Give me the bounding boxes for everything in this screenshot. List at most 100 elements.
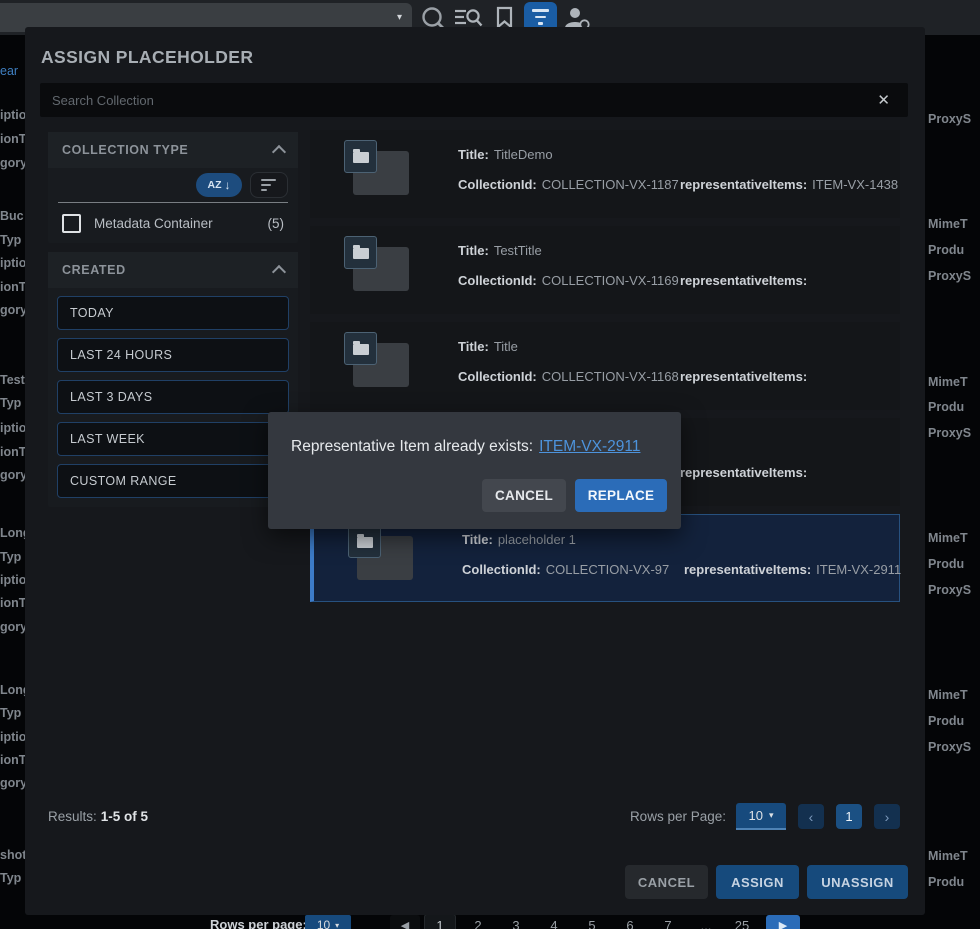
collection-id-value: COLLECTION-VX-1168 [542,369,679,384]
collection-id-label: CollectionId: [458,177,537,192]
sort-amount-button[interactable] [250,172,288,198]
folder-thumbnail [344,138,416,206]
metadata-container-checkbox[interactable] [62,214,81,233]
dialog-replace-button[interactable]: REPLACE [575,479,667,512]
rows-per-page-label: Rows per Page: [630,809,726,824]
modal-actions: CANCEL ASSIGN UNASSIGN [625,865,908,899]
created-option-last-24-hours[interactable]: LAST 24 HOURS [57,338,289,372]
bg-page-button[interactable]: 4 [539,915,569,929]
search-scope-caret-icon[interactable]: ▾ [397,12,402,23]
background-pagination: Rows per page: 10▾ ◀ 1234567... 25 ▶ [0,915,980,929]
bg-page-button[interactable]: ... [691,915,721,929]
collection-id-label: CollectionId: [462,562,541,577]
bg-text-fragment: ionT [0,753,26,767]
item-collection-id: CollectionId:COLLECTION-VX-1169 [458,273,679,288]
representative-items-value: ITEM-VX-1438 [812,177,898,192]
next-page-button[interactable]: › [874,804,900,829]
bg-text-fragment: iptio [0,108,26,122]
bg-text-fragment: ionT [0,280,26,294]
advanced-search-icon[interactable] [453,7,485,29]
unassign-button[interactable]: UNASSIGN [807,865,908,899]
bg-text-fragment: Produ [928,400,964,414]
current-page-button[interactable]: 1 [836,804,862,829]
sort-alphabetical-button[interactable]: AZ ↓ [196,173,242,197]
screen: ▾ ear iptio ionT gory Buc Typ iptio ionT gory Tes… [0,0,980,929]
folder-icon [353,248,369,259]
cancel-button[interactable]: CANCEL [625,865,708,899]
list-item[interactable]: Title:TestTitle CollectionId:COLLECTION-V… [310,226,900,314]
bg-text-fragment: ionT [0,445,26,459]
bg-text-fragment: Buc [0,209,24,223]
bg-text-fragment: shot [0,848,26,862]
bg-page-button[interactable]: 6 [615,915,645,929]
bg-text-fragment: Typ [0,550,21,564]
bg-text-fragment: ProxyS [928,583,971,597]
folder-badge-icon [344,236,377,269]
bg-page-button[interactable]: 25 [727,915,757,929]
bg-prev-page-button[interactable]: ◀ [390,915,420,929]
bg-page-button[interactable]: 7 [653,915,683,929]
created-option-last-week[interactable]: LAST WEEK [57,422,289,456]
item-representative: representativeItems:ITEM-VX-1438 [680,177,898,192]
collection-search: ✕ [40,83,908,117]
bg-page-button[interactable]: 2 [463,915,493,929]
created-header[interactable]: CREATED [48,252,298,288]
item-title-label: Title: [458,339,489,354]
bg-rows-per-page-select[interactable]: 10▾ [305,915,351,929]
rows-per-page-select[interactable]: 10▾ [736,803,786,830]
clear-search-icon[interactable]: ✕ [877,91,890,109]
bg-text-fragment: ear [0,64,18,78]
modal-title: ASSIGN PLACEHOLDER [41,47,253,68]
item-link[interactable]: ITEM-VX-2911 [539,438,640,455]
bg-text-fragment: ProxyS [928,740,971,754]
collection-type-option[interactable]: Metadata Container (5) [48,203,298,243]
dialog-message: Representative Item already exists:ITEM-… [291,438,640,456]
collection-id-label: CollectionId: [458,369,537,384]
bg-text-fragment: gory [0,156,27,170]
item-representative: representativeItems: [680,369,812,384]
caret-down-icon: ▾ [335,921,339,929]
bg-text-fragment: Typ [0,233,21,247]
created-option-last-3-days[interactable]: LAST 3 DAYS [57,380,289,414]
collection-id-value: COLLECTION-VX-97 [546,562,670,577]
bg-text-fragment: MimeT [928,849,968,863]
collection-search-input[interactable] [40,83,908,117]
prev-page-button[interactable]: ‹ [798,804,824,829]
item-title-value: TitleDemo [494,147,553,162]
item-representative: representativeItems: ITEM-VX-2911 [684,562,901,577]
item-collection-id: CollectionId: COLLECTION-VX-97 [462,562,669,577]
bg-text-fragment: ionT [0,596,26,610]
dialog-cancel-button[interactable]: CANCEL [482,479,566,512]
filter-sidebar: COLLECTION TYPE AZ ↓ Metadata Container … [48,132,298,516]
bg-text-fragment: iptio [0,730,26,744]
bg-rows-per-page-label: Rows per page: [210,917,307,929]
bg-text-fragment: Test [0,373,25,387]
representative-items-value: ITEM-VX-2911 [816,562,901,577]
collection-type-header[interactable]: COLLECTION TYPE [48,132,298,168]
item-title-line: Title:TestTitle [458,243,542,258]
bg-text-fragment: MimeT [928,531,968,545]
results-count: Results:1-5 of 5 [48,809,148,824]
bg-page-button[interactable]: 3 [501,915,531,929]
bg-text-fragment: Produ [928,243,964,257]
list-item[interactable]: Title:TitleDemoCollectionId:COLLECTION-V… [310,130,900,218]
arrow-down-icon: ↓ [225,178,231,192]
representative-items-label: representativeItems: [680,369,807,384]
item-collection-id: CollectionId:COLLECTION-VX-1187 [458,177,679,192]
created-section: CREATED TODAY LAST 24 HOURS LAST 3 DAYS LAS… [48,252,298,507]
bg-next-page-button[interactable]: ▶ [766,915,800,929]
checkbox-label: Metadata Container [94,216,268,231]
item-title-line: Title:Title [458,339,518,354]
bg-page-button[interactable]: 5 [577,915,607,929]
pagination-row: Rows per Page: 10▾ ‹ 1 › [630,803,900,830]
created-option-custom-range[interactable]: CUSTOM RANGE [57,464,289,498]
representative-items-label: representativeItems: [684,562,811,577]
bg-text-fragment: Typ [0,871,21,885]
bg-text-fragment: MimeT [928,375,968,389]
created-option-today[interactable]: TODAY [57,296,289,330]
list-item[interactable]: Title:Title CollectionId: COLLECTION-VX-11… [310,322,900,410]
bg-page-button[interactable]: 1 [425,915,455,929]
assign-button[interactable]: ASSIGN [716,865,799,899]
bg-text-fragment: gory [0,468,27,482]
item-collection-id: CollectionId: COLLECTION-VX-1168 [458,369,679,384]
